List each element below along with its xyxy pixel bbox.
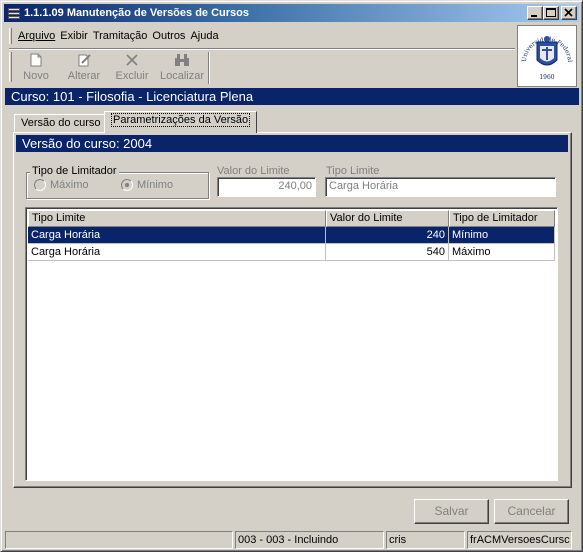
menu-arquivo[interactable]: Arquivo	[18, 30, 55, 42]
cell-tipo: Carga Horária	[28, 244, 326, 261]
radio-maximo-circle	[34, 179, 46, 191]
menu-ajuda[interactable]: Ajuda	[190, 30, 218, 42]
version-header: Versão do curso: 2004	[16, 135, 568, 152]
close-button[interactable]	[561, 6, 577, 20]
localizar-label: Localizar	[159, 70, 205, 82]
novo-button[interactable]: Novo	[12, 50, 60, 86]
tipo-limite-field[interactable]: Carga Horária	[325, 177, 556, 197]
new-document-icon	[28, 53, 44, 67]
radio-maximo-label: Máximo	[50, 179, 89, 191]
main-window: 1.1.1.09 Manutenção de Versões de Cursos…	[0, 0, 583, 552]
app-icon	[7, 6, 21, 20]
radio-minimo[interactable]: Mínimo	[121, 179, 173, 191]
binoculars-icon	[174, 53, 190, 67]
status-form-name: frACMVersoesCursc	[467, 531, 572, 549]
delete-x-icon	[124, 53, 140, 67]
course-header: Curso: 101 - Filosofia - Licenciatura Pl…	[5, 88, 579, 105]
alterar-button[interactable]: Alterar	[60, 50, 108, 86]
valor-limite-field[interactable]: 240,00	[217, 177, 316, 197]
toolbar: Novo Alterar Excluir Localizar	[9, 50, 210, 86]
menu-bar: Arquivo Exibir Tramitação Outros Ajuda	[9, 25, 224, 47]
logo-year: 1960	[539, 74, 554, 81]
menu-exibir[interactable]: Exibir	[60, 30, 88, 42]
close-icon	[564, 8, 573, 17]
cell-valor: 240	[326, 227, 449, 244]
table-row[interactable]: Carga Horária 240 Mínimo	[28, 227, 555, 244]
minimize-button[interactable]	[527, 6, 543, 20]
table-row[interactable]: Carga Horária 540 Máximo	[28, 244, 555, 261]
cell-limitador: Mínimo	[449, 227, 555, 244]
status-bar: 003 - 003 - Incluindo cris frACMVersoesC…	[5, 531, 580, 549]
grid-header: Tipo Limite Valor do Limite Tipo de Limi…	[28, 210, 555, 227]
menu-outros[interactable]: Outros	[152, 30, 185, 42]
status-user: cris	[386, 531, 465, 549]
status-mode: 003 - 003 - Incluindo	[235, 531, 384, 549]
salvar-button[interactable]: Salvar	[414, 499, 489, 524]
menu-tramitacao[interactable]: Tramitação	[93, 30, 148, 42]
excluir-button[interactable]: Excluir	[108, 50, 156, 86]
novo-label: Novo	[23, 70, 49, 82]
cell-tipo: Carga Horária	[28, 227, 326, 244]
maximize-icon	[546, 8, 556, 17]
cell-limitador: Máximo	[449, 244, 555, 261]
toolbar-divider	[208, 52, 210, 84]
cancelar-button[interactable]: Cancelar	[494, 499, 569, 524]
col-header-tipo-limite[interactable]: Tipo Limite	[28, 210, 326, 227]
radio-minimo-label: Mínimo	[137, 179, 174, 191]
tab-parametrizacoes[interactable]: Parametrizações da Versão	[104, 111, 258, 133]
tipo-limite-label: Tipo Limite	[326, 165, 380, 177]
window-title: 1.1.1.09 Manutenção de Versões de Cursos	[24, 7, 249, 19]
menu-grip	[9, 28, 12, 44]
valor-limite-label: Valor do Limite	[217, 165, 290, 177]
radio-minimo-circle	[121, 179, 133, 191]
status-empty	[5, 531, 233, 549]
limits-grid: Tipo Limite Valor do Limite Tipo de Limi…	[25, 207, 558, 481]
title-bar[interactable]: 1.1.1.09 Manutenção de Versões de Cursos	[4, 4, 579, 22]
minimize-icon	[531, 15, 537, 17]
localizar-button[interactable]: Localizar	[156, 50, 208, 86]
limitador-group-label: Tipo de Limitador	[30, 165, 119, 177]
radio-maximo[interactable]: Máximo	[34, 179, 89, 191]
edit-document-icon	[76, 53, 92, 67]
university-logo: Universidade Federal de Santa Maria 1960	[515, 21, 577, 87]
excluir-label: Excluir	[115, 70, 149, 82]
alterar-label: Alterar	[67, 70, 101, 82]
col-header-tipo-limitador[interactable]: Tipo de Limitador	[449, 210, 555, 227]
tab-versao-curso[interactable]: Versão do curso	[14, 114, 108, 132]
col-header-valor-limite[interactable]: Valor do Limite	[326, 210, 449, 227]
maximize-button[interactable]	[543, 6, 559, 20]
cell-valor: 540	[326, 244, 449, 261]
